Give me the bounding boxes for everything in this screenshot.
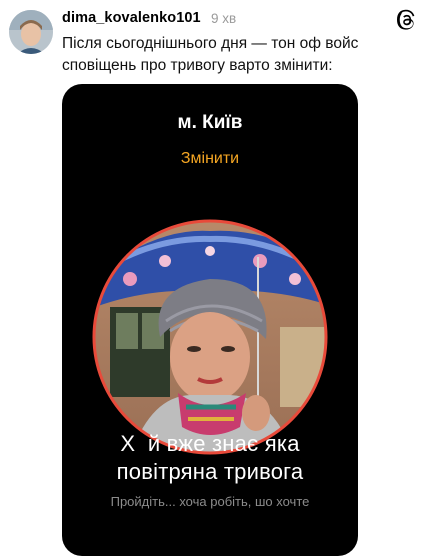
headline-line-1: Х й вже знає яка (120, 431, 300, 456)
character-photo (92, 219, 328, 455)
subtitle: Пройдіть... хоча робіть, шо хочте (110, 494, 310, 509)
threads-post: dima_kovalenko101 9 хв Після сьогоднішнь… (0, 0, 428, 559)
user-avatar[interactable] (9, 10, 53, 54)
threads-icon[interactable] (396, 9, 418, 31)
city-label: м. Київ (177, 112, 243, 133)
change-link[interactable]: Змінити (62, 150, 358, 168)
headline-line-2: повітряна тривога (116, 459, 304, 484)
post-time: 9 хв (211, 11, 237, 26)
post-text: Після сьогоднішнього дня — тон оф войс с… (62, 35, 359, 74)
alert-card-image[interactable]: м. Київ Змінити Х й вже знає яка повітря… (62, 84, 358, 556)
post-username[interactable]: dima_kovalenko101 (62, 10, 201, 26)
headline: Х й вже знає яка повітряна тривога (62, 430, 358, 486)
avatar-image (9, 10, 53, 54)
